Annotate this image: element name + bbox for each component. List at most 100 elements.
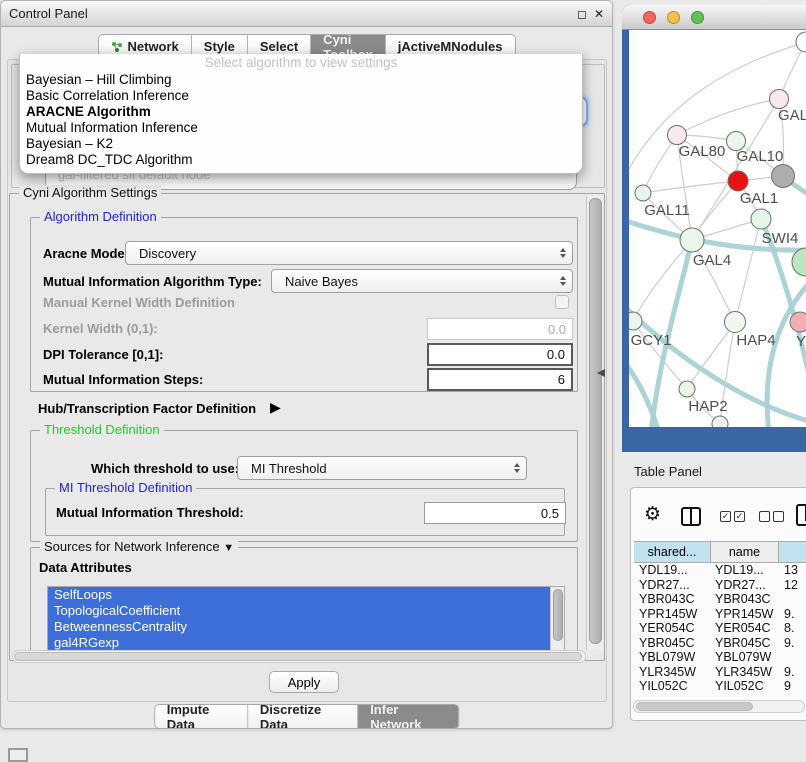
dpi-tolerance-label: DPI Tolerance [0,1]: (43, 347, 163, 362)
table-row[interactable]: YPR145WYPR145W9. (631, 607, 806, 622)
network-node[interactable] (629, 312, 642, 330)
attribute-list-item[interactable]: TopologicalCoefficient (48, 603, 551, 619)
network-window-titlebar[interactable] (622, 5, 806, 30)
close-panel-icon[interactable]: ✕ (594, 8, 604, 20)
checked-box-icon[interactable]: ✓ (720, 511, 731, 522)
attribute-list-item[interactable]: SelfLoops (48, 587, 551, 603)
column-header-partial[interactable] (779, 541, 806, 563)
table-cell: YDR27... (639, 578, 690, 593)
network-node[interactable] (680, 228, 704, 252)
apply-button[interactable]: Apply (269, 671, 339, 693)
mouse-cursor (597, 369, 605, 377)
network-node-label: GAL (778, 107, 806, 124)
unchecked-box-icon[interactable] (773, 511, 784, 522)
network-node-label: Y (796, 333, 806, 350)
table-row[interactable]: YDL19...YDL19...13 (631, 563, 806, 578)
control-panel-titlebar[interactable]: Control Panel ◻ ✕ (1, 1, 612, 27)
scrollbar-thumb[interactable] (553, 589, 563, 641)
aracne-mode-combo[interactable]: Discovery (125, 241, 573, 265)
which-threshold-combo[interactable]: MI Threshold (237, 456, 527, 480)
algorithm-popup-item[interactable]: Basic Correlation Inference (20, 88, 582, 104)
table-row[interactable]: YER054CYER054C8. (631, 621, 806, 636)
network-canvas[interactable]: GALGAL80GAL10GAL1SWI4GAL11GAL4GCY1HAP4YH… (629, 30, 806, 427)
table-row[interactable]: YLR345WYLR345W9. (631, 665, 806, 680)
table-doc-icon[interactable] (796, 504, 806, 526)
mi-threshold-field[interactable]: 0.5 (424, 502, 566, 524)
algorithm-popup-item[interactable]: Bayesian – K2 (20, 136, 582, 152)
table-horizontal-scrollbar[interactable] (633, 700, 805, 713)
network-node[interactable] (635, 185, 651, 201)
gear-icon[interactable]: ⚙ (644, 503, 661, 526)
network-node[interactable] (796, 32, 806, 52)
algorithm-popup-item[interactable]: ARACNE Algorithm (20, 104, 582, 120)
mi-algorithm-type-combo[interactable]: Naive Bayes (271, 269, 573, 293)
collapsed-arrow-icon[interactable]: ▶ (270, 399, 281, 416)
network-node-label: GAL11 (644, 202, 690, 219)
network-node[interactable] (772, 165, 795, 188)
tab-discretize-data[interactable]: Discretize Data (247, 705, 357, 728)
mi-steps-label: Mutual Information Steps: (43, 372, 203, 387)
network-node[interactable] (725, 312, 746, 333)
close-window-icon[interactable] (643, 11, 656, 24)
network-node-label: GAL10 (737, 148, 784, 165)
network-node[interactable] (770, 90, 789, 109)
tab-label: Discretize Data (260, 704, 345, 729)
algorithm-popup-item[interactable]: Dream8 DC_TDC Algorithm (20, 152, 582, 168)
algorithm-popup-item[interactable]: Mutual Information Inference (20, 120, 582, 136)
collapsed-panel-icon[interactable] (8, 748, 28, 762)
list-vertical-scrollbar[interactable] (550, 587, 564, 654)
tab-label: Impute Data (167, 704, 235, 729)
tab-infer-network[interactable]: Infer Network (357, 705, 458, 728)
table-row[interactable]: YBR043CYBR043C (631, 592, 806, 607)
network-node[interactable] (679, 381, 695, 397)
column-header-name[interactable]: name (711, 541, 779, 563)
network-node[interactable] (668, 126, 687, 145)
manual-kernel-width-checkbox[interactable] (555, 295, 569, 309)
expanded-arrow-icon[interactable]: ▼ (223, 542, 234, 554)
tab-label: Infer Network (370, 704, 446, 729)
table-cell: 9. (784, 636, 794, 651)
attribute-list-item[interactable]: BetweennessCentrality (48, 619, 551, 635)
scrollbar-thumb[interactable] (636, 702, 753, 711)
kernel-width-field[interactable]: 0.0 (427, 318, 573, 340)
table-row[interactable]: YBL079WYBL079W (631, 650, 806, 665)
tab-label: Style (204, 39, 235, 54)
dpi-tolerance-field[interactable]: 0.0 (427, 343, 573, 366)
hub-definition-label[interactable]: Hub/Transcription Factor Definition (38, 401, 256, 416)
group-title: Cyni Algorithm Settings (19, 185, 161, 200)
table-row[interactable]: YDR27...YDR27...12 (631, 578, 806, 593)
checked-box-icon[interactable]: ✓ (734, 511, 745, 522)
network-node-label: GAL4 (693, 252, 731, 269)
network-node[interactable] (712, 416, 728, 427)
dpi-tolerance-value: 0.0 (547, 347, 565, 362)
zoom-window-icon[interactable] (691, 11, 704, 24)
settings-horizontal-scrollbar[interactable] (12, 650, 586, 663)
algorithm-popup-item[interactable]: Bayesian – Hill Climbing (20, 72, 582, 88)
column-header-shared[interactable]: shared... (634, 541, 711, 563)
mi-steps-field[interactable]: 6 (427, 368, 573, 391)
combo-arrows-icon (514, 463, 520, 473)
scrollbar-thumb[interactable] (14, 652, 582, 661)
tab-impute-data[interactable]: Impute Data (155, 705, 247, 728)
table-cell: 9 (784, 679, 791, 694)
network-view-window[interactable]: GALGAL80GAL10GAL1SWI4GAL11GAL4GCY1HAP4YH… (622, 5, 806, 452)
table-cell: YBR043C (715, 592, 771, 607)
which-threshold-value: MI Threshold (251, 461, 327, 476)
network-node[interactable] (728, 171, 748, 191)
network-node[interactable] (790, 312, 806, 332)
network-node-label: GAL1 (740, 190, 778, 207)
minimize-window-icon[interactable] (667, 11, 680, 24)
table-row[interactable]: YBR045CYBR045C9. (631, 636, 806, 651)
combo-arrows-icon (560, 248, 566, 258)
network-node[interactable] (751, 209, 771, 229)
scrollbar-thumb[interactable] (589, 198, 602, 644)
unchecked-box-icon[interactable] (759, 511, 770, 522)
attribute-list-item[interactable]: gal4RGexp (48, 635, 551, 651)
data-attributes-list[interactable]: SelfLoopsTopologicalCoefficientBetweenne… (47, 586, 565, 655)
float-panel-icon[interactable]: ◻ (577, 8, 587, 20)
sources-group: Sources for Network Inference ▼ Data Att… (30, 547, 578, 657)
settings-vertical-scrollbar[interactable] (586, 196, 603, 650)
control-panel-title: Control Panel (9, 6, 88, 21)
table-row[interactable]: YIL052CYIL052C9 (631, 679, 806, 694)
column-layout-icon[interactable] (681, 507, 701, 526)
